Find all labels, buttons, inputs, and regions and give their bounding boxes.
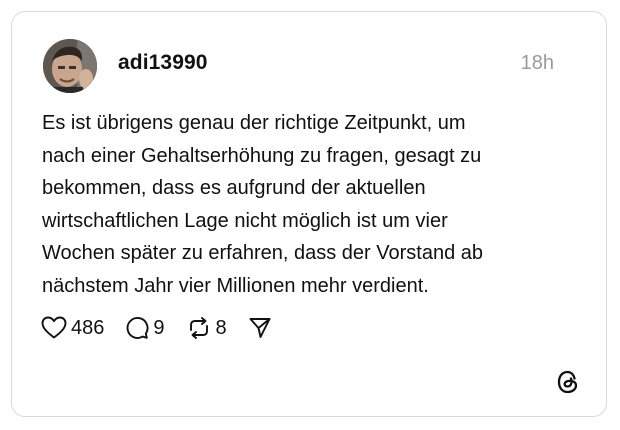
post-text: Es ist übrigens genau der richtige Zeitp… (42, 112, 484, 297)
username[interactable]: adi13990 (118, 51, 208, 75)
avatar[interactable] (43, 39, 97, 93)
avatar-photo (43, 39, 97, 93)
like-count: 486 (71, 316, 105, 339)
repost-count: 8 (215, 316, 227, 339)
post-timestamp: 18h (520, 52, 554, 74)
share-button[interactable] (248, 316, 272, 340)
repost-button[interactable]: 8 (186, 316, 227, 340)
reply-button[interactable]: 9 (125, 316, 165, 340)
post-card: adi13990 18h Es ist übrigens genau der r… (11, 11, 607, 417)
action-bar: 486 9 8 (41, 313, 293, 343)
threads-logo-icon (555, 369, 581, 395)
send-icon (249, 318, 271, 338)
like-button[interactable]: 486 (41, 316, 104, 340)
reply-count: 9 (153, 316, 165, 339)
heart-icon (41, 316, 67, 339)
repost-icon (189, 317, 208, 339)
comment-icon (126, 317, 149, 339)
